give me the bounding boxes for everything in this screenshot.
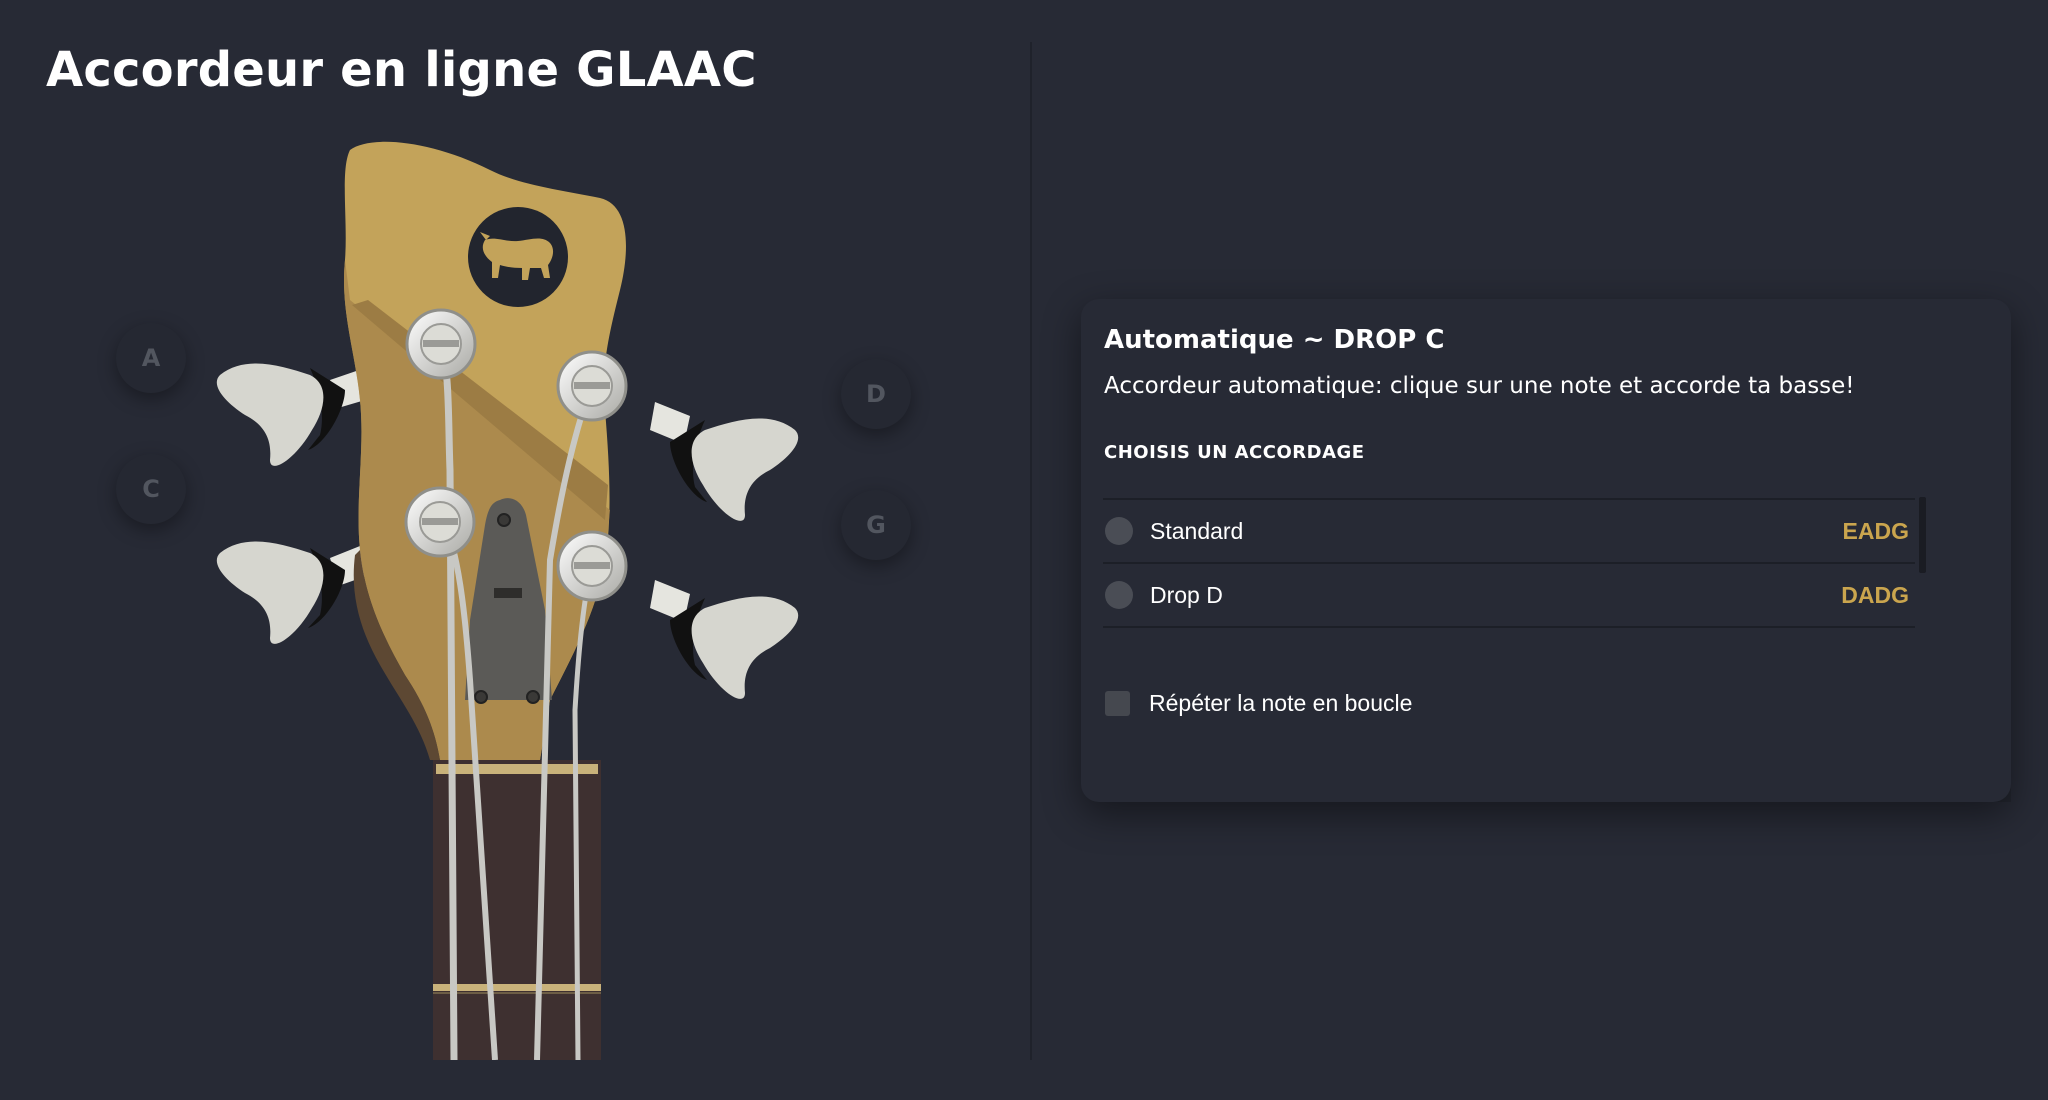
bass-headstock-illustration bbox=[216, 141, 799, 1060]
tuning-notes: DADG bbox=[1841, 581, 1909, 608]
tuning-name: Standard bbox=[1150, 517, 1244, 544]
panel-subtitle: Accordeur automatique: clique sur une no… bbox=[1104, 373, 1855, 399]
tuning-option-drop-d[interactable]: Drop D DADG bbox=[1103, 562, 1915, 628]
tuner-key-c[interactable] bbox=[216, 541, 372, 644]
note-button-c[interactable]: C bbox=[116, 454, 186, 524]
tuner-key-a[interactable] bbox=[216, 363, 372, 466]
tuner-panel: Automatique ~ DROP C Accordeur automatiq… bbox=[1081, 299, 2011, 802]
tuning-option-standard[interactable]: Standard EADG bbox=[1103, 498, 1915, 562]
page-title: Accordeur en ligne GLAAC bbox=[46, 42, 757, 98]
tuning-post-a[interactable] bbox=[405, 308, 477, 380]
tuning-post-d[interactable] bbox=[556, 350, 628, 422]
loop-checkbox[interactable] bbox=[1105, 691, 1130, 716]
note-button-g[interactable]: G bbox=[841, 490, 911, 560]
tuning-name: Drop D bbox=[1150, 581, 1223, 608]
tuning-list-scrollbar[interactable] bbox=[1919, 497, 1926, 573]
note-button-a[interactable]: A bbox=[116, 323, 186, 393]
loop-label: Répéter la note en boucle bbox=[1149, 690, 1413, 716]
tuner-key-g[interactable] bbox=[650, 580, 799, 699]
note-button-d[interactable]: D bbox=[841, 359, 911, 429]
radio-button[interactable] bbox=[1105, 581, 1133, 609]
radio-button[interactable] bbox=[1105, 517, 1133, 545]
loop-option[interactable]: Répéter la note en boucle bbox=[1105, 690, 1412, 717]
tuner-key-d[interactable] bbox=[650, 402, 799, 521]
tuner-page: Accordeur en ligne GLAAC A C D G Automat… bbox=[0, 0, 2048, 1100]
panel-title: Automatique ~ DROP C bbox=[1104, 325, 1445, 355]
tuning-post-g[interactable] bbox=[556, 530, 628, 602]
tuning-section-label: CHOISIS UN ACCORDAGE bbox=[1104, 442, 1365, 463]
column-divider bbox=[1030, 42, 1032, 1060]
tuning-list: Standard EADG Drop D DADG bbox=[1103, 498, 1915, 628]
tuning-notes: EADG bbox=[1842, 517, 1909, 544]
tuning-post-c[interactable] bbox=[404, 486, 476, 558]
